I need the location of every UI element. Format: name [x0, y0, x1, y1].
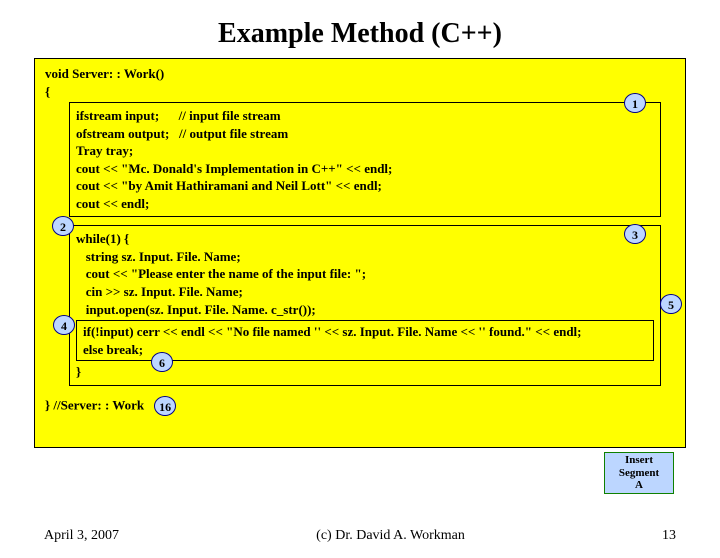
- while-block: 2 3 5 while(1) { string sz. Input. File.…: [69, 225, 661, 385]
- annotation-bubble-4: 4: [53, 315, 75, 335]
- code-line: input.open(sz. Input. File. Name. c_str(…: [76, 301, 654, 319]
- code-line: cout << endl;: [76, 195, 654, 213]
- code-line: {: [45, 83, 675, 101]
- footer: April 3, 2007 (c) Dr. David A. Workman 1…: [0, 528, 720, 544]
- insert-segment-a[interactable]: Insert Segment A: [604, 452, 674, 494]
- code-box: void Server: : Work() { 1 ifstream input…: [34, 58, 686, 448]
- code-line: string sz. Input. File. Name;: [76, 248, 654, 266]
- annotation-bubble-5: 5: [660, 294, 682, 314]
- inner-block: 4 6 if(!input) cerr << endl << "No file …: [76, 320, 654, 361]
- code-line: while(1) {: [76, 230, 654, 248]
- annotation-bubble-2: 2: [52, 216, 74, 236]
- page-title: Example Method (C++): [0, 18, 720, 50]
- footer-page-number: 13: [662, 528, 676, 544]
- code-line: Tray tray;: [76, 142, 654, 160]
- code-line: ofstream output; // output file stream: [76, 125, 654, 143]
- code-line: cout << "by Amit Hathiramani and Neil Lo…: [76, 177, 654, 195]
- annotation-bubble-16: 16: [154, 396, 176, 416]
- code-line: } //Server: : Work: [45, 397, 144, 412]
- code-line: cin >> sz. Input. File. Name;: [76, 283, 654, 301]
- code-line: cout << "Please enter the name of the in…: [76, 265, 654, 283]
- annotation-bubble-1: 1: [624, 93, 646, 113]
- footer-copyright: (c) Dr. David A. Workman: [316, 528, 465, 544]
- footer-date: April 3, 2007: [44, 528, 119, 544]
- code-line: ifstream input; // input file stream: [76, 107, 654, 125]
- code-line: void Server: : Work(): [45, 65, 675, 83]
- code-line: cout << "Mc. Donald's Implementation in …: [76, 160, 654, 178]
- block-1: 1 ifstream input; // input file stream o…: [69, 102, 661, 217]
- segment-label: Insert Segment A: [619, 454, 659, 492]
